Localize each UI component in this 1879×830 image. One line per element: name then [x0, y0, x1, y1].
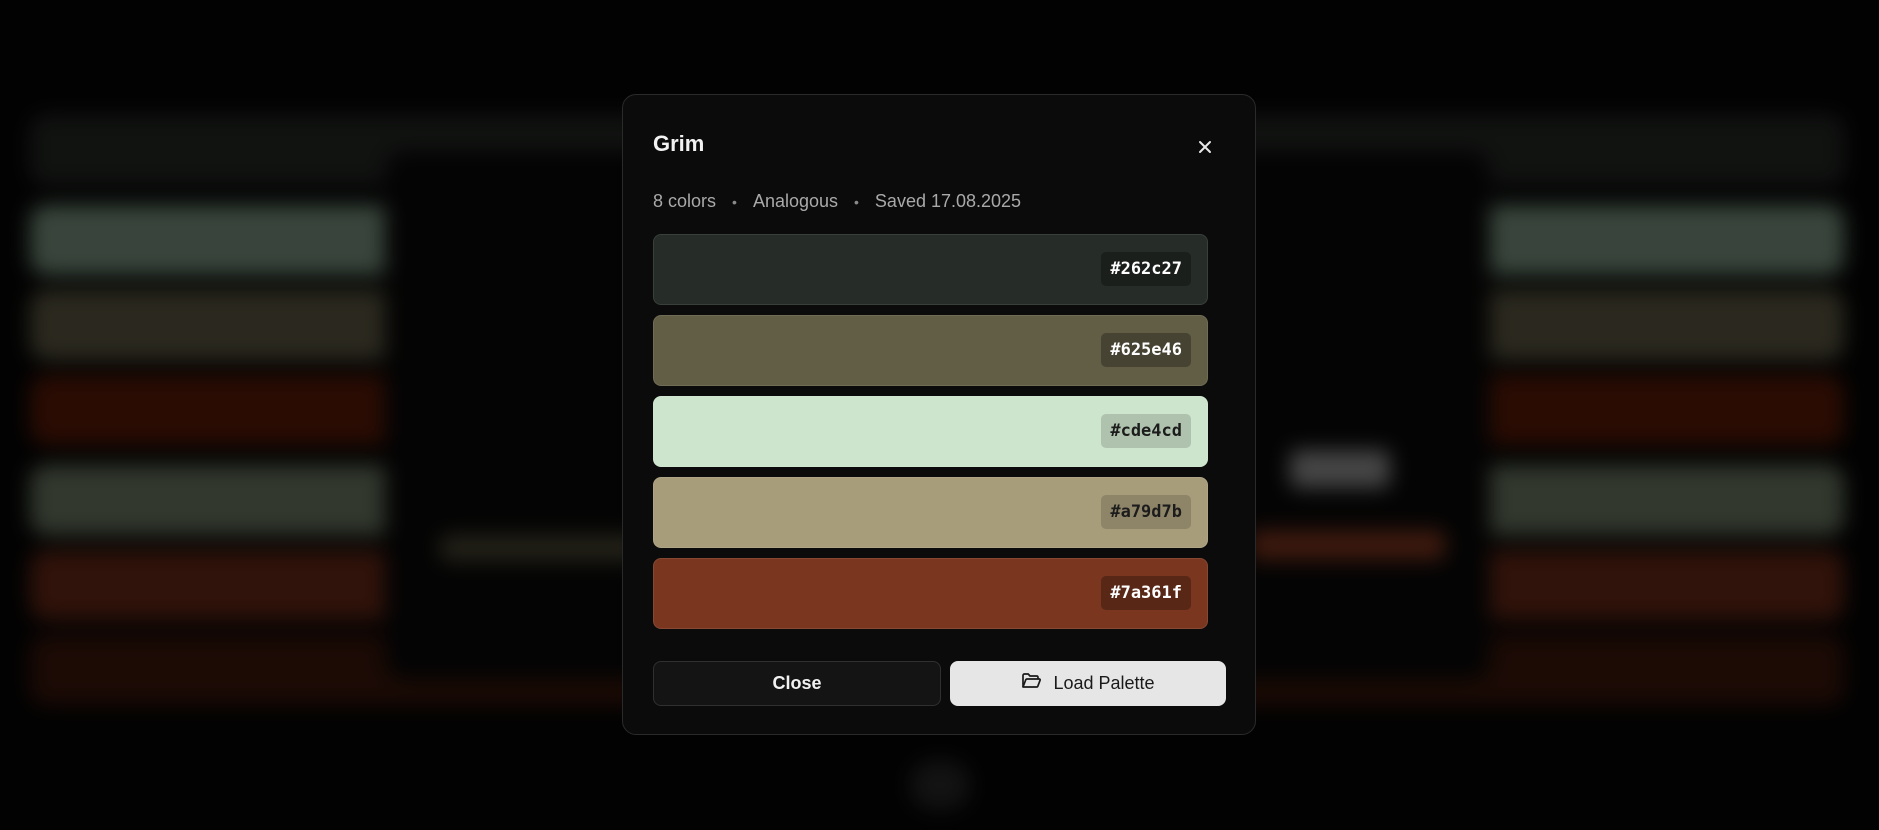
palette-meta: 8 colors • Analogous • Saved 17.08.2025	[653, 191, 1021, 212]
hex-label[interactable]: #262c27	[1101, 252, 1191, 286]
close-button[interactable]: Close	[653, 661, 941, 706]
hex-label[interactable]: #a79d7b	[1101, 495, 1191, 529]
hex-label[interactable]: #cde4cd	[1101, 414, 1191, 448]
saved-date: Saved 17.08.2025	[874, 191, 1022, 211]
meta-separator: •	[732, 193, 737, 210]
load-palette-button[interactable]: Load Palette	[950, 661, 1226, 706]
swatch-scroll-area[interactable]: #262c27 #625e46 #cde4cd #a79d7b #7a361f	[653, 234, 1233, 632]
harmony-type: Analogous	[752, 191, 839, 211]
hex-label[interactable]: #625e46	[1101, 333, 1191, 367]
meta-separator: •	[854, 193, 859, 210]
folder-open-icon	[1021, 672, 1042, 695]
color-swatch[interactable]: #262c27	[653, 234, 1208, 305]
color-swatch[interactable]: #7a361f	[653, 558, 1208, 629]
palette-modal: Grim 8 colors • Analogous • Saved 17.08.…	[622, 94, 1256, 735]
load-palette-label: Load Palette	[1053, 673, 1155, 693]
color-swatch[interactable]: #cde4cd	[653, 396, 1208, 467]
modal-title: Grim	[653, 131, 705, 156]
color-count: 8 colors	[653, 191, 717, 211]
close-button-label: Close	[772, 673, 822, 693]
color-swatch[interactable]: #a79d7b	[653, 477, 1208, 548]
color-swatch[interactable]: #625e46	[653, 315, 1208, 386]
close-modal-button[interactable]	[1191, 135, 1219, 163]
swatch-list: #262c27 #625e46 #cde4cd #a79d7b #7a361f	[653, 234, 1208, 632]
close-icon	[1197, 139, 1213, 160]
hex-label[interactable]: #7a361f	[1101, 576, 1191, 610]
